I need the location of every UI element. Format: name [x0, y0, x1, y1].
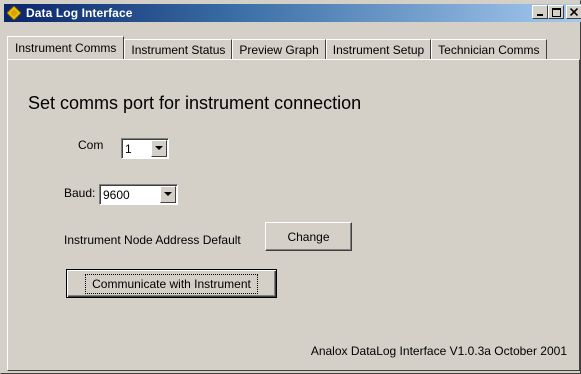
chevron-down-icon: [164, 192, 172, 196]
change-button[interactable]: Change: [265, 222, 352, 251]
baud-rate-select[interactable]: 9600: [99, 184, 178, 205]
com-dropdown-button[interactable]: [151, 140, 167, 157]
window-title: Data Log Interface: [26, 6, 133, 20]
baud-dropdown-button[interactable]: [160, 186, 176, 203]
tab-panel-instrument-comms: Set comms port for instrument connection…: [7, 59, 580, 371]
maximize-icon: [551, 7, 561, 17]
tab-preview-graph[interactable]: Preview Graph: [232, 39, 326, 59]
baud-rate-value: 9600: [103, 187, 130, 202]
baud-label: Baud:: [64, 186, 96, 200]
chevron-down-icon: [155, 146, 163, 150]
tab-instrument-comms[interactable]: Instrument Comms: [7, 36, 125, 59]
tab-strip: Instrument Comms Instrument Status Previ…: [7, 36, 547, 59]
com-port-value: 1: [125, 141, 132, 156]
tab-instrument-setup[interactable]: Instrument Setup: [325, 39, 432, 59]
tab-technician-comms[interactable]: Technician Comms: [431, 39, 547, 59]
communicate-button-label: Communicate with Instrument: [85, 273, 258, 294]
version-info: Analox DataLog Interface V1.0.3a October…: [310, 344, 567, 358]
app-window: Data Log Interface Instrument Comms Inst…: [0, 0, 581, 374]
title-bar[interactable]: Data Log Interface: [4, 4, 581, 22]
maximize-button[interactable]: [548, 5, 564, 19]
com-label: Com: [78, 138, 104, 152]
close-icon: [570, 8, 578, 16]
communicate-button[interactable]: Communicate with Instrument: [66, 269, 277, 298]
change-button-label: Change: [287, 229, 330, 244]
window-controls: [532, 5, 581, 19]
tab-instrument-status[interactable]: Instrument Status: [124, 39, 233, 59]
minimize-icon: [537, 14, 543, 16]
app-icon: [6, 5, 22, 21]
com-port-select[interactable]: 1: [121, 138, 169, 159]
minimize-button[interactable]: [532, 5, 548, 19]
page-title: Set comms port for instrument connection: [28, 93, 362, 113]
node-address-label: Instrument Node Address Default: [64, 233, 241, 247]
close-button[interactable]: [566, 5, 581, 19]
